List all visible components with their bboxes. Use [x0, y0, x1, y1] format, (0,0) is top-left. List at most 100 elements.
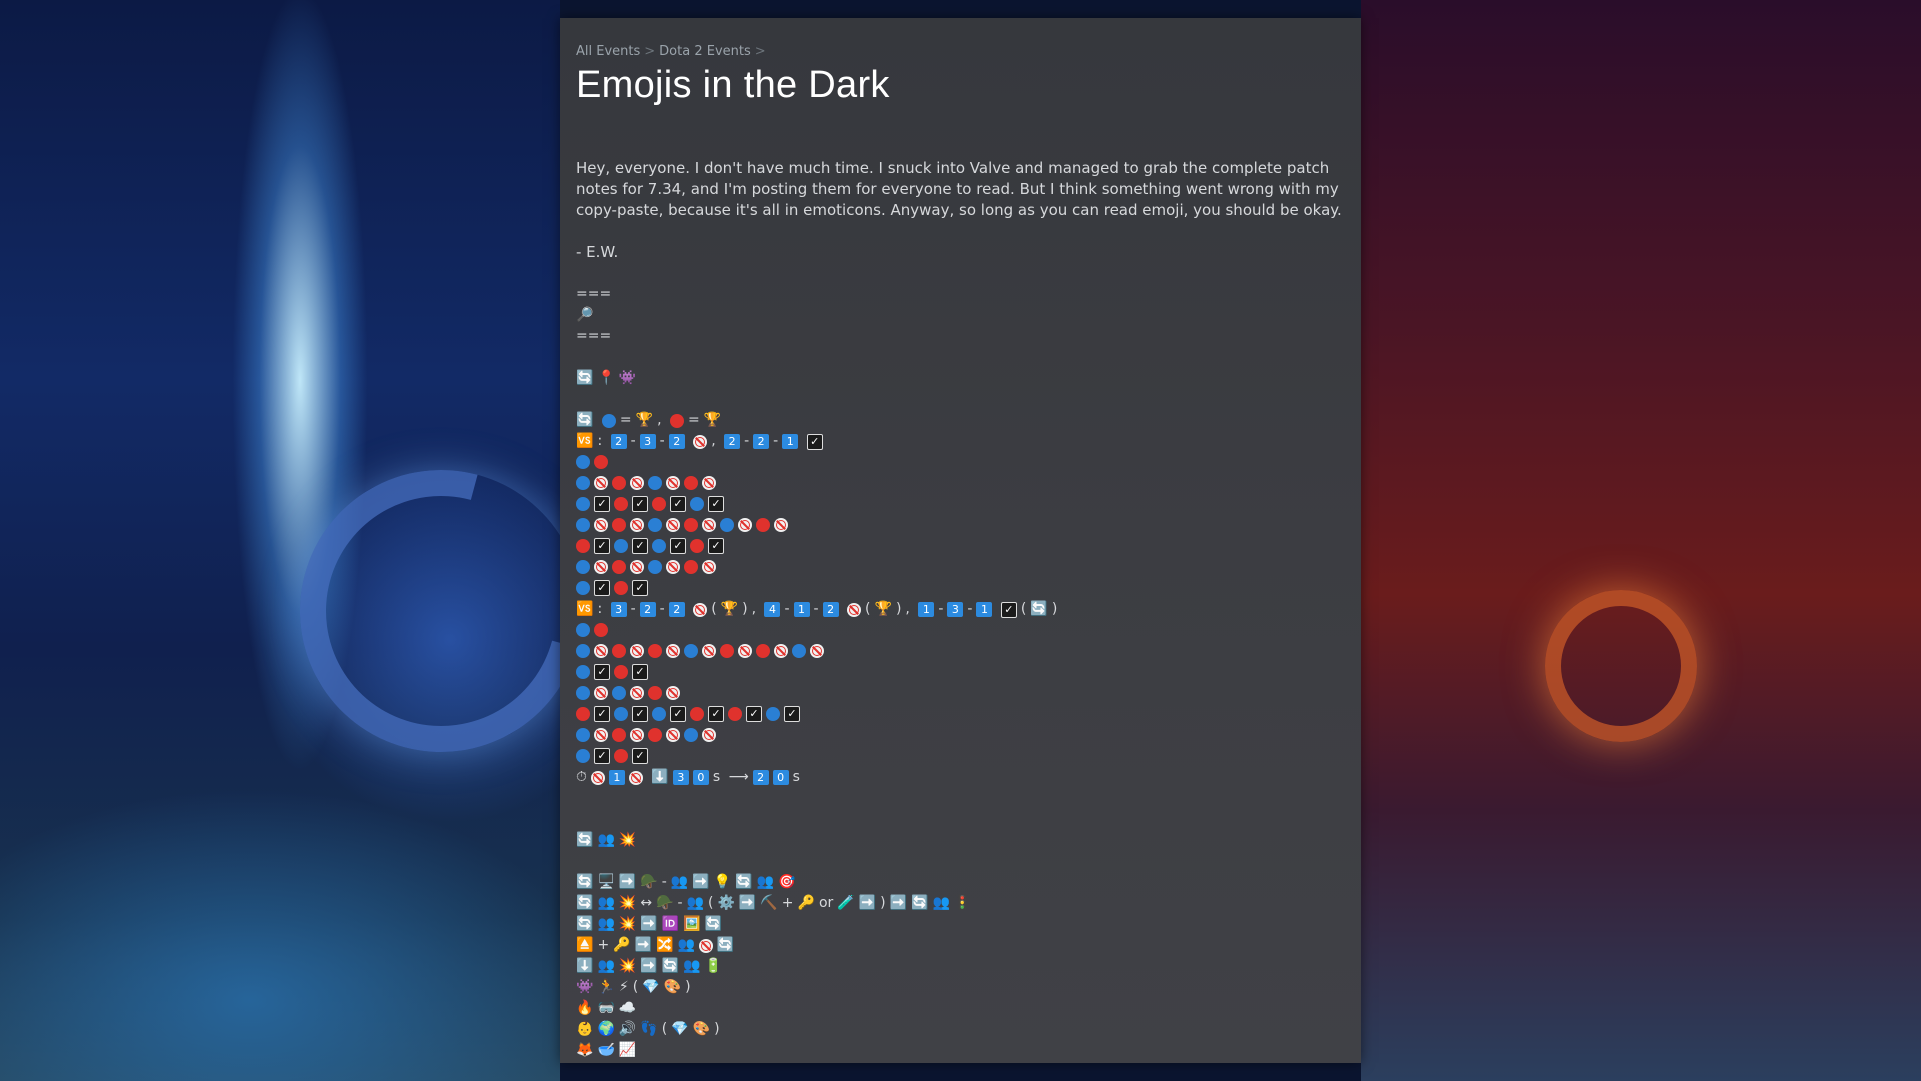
number-badge: 3: [672, 770, 689, 785]
check-icon: ✓: [1000, 601, 1017, 618]
palette-icon: 🎨: [692, 1021, 711, 1037]
blue-circle-icon: [576, 686, 590, 700]
refresh-icon: 🔄: [1030, 601, 1048, 617]
breadcrumb-dota2-events[interactable]: Dota 2 Events: [659, 44, 751, 59]
grid-row: [576, 641, 1346, 662]
series-row-2: 🆚: 3-2-2 (🏆), 4-1-2 (🏆), 1-3-1 ✓(🔄): [576, 599, 1346, 620]
right-arrow-icon: ➡️: [640, 958, 658, 974]
breadcrumb: All Events > Dota 2 Events >: [576, 44, 1346, 62]
no-entry-icon: [702, 560, 716, 574]
paren-text: ): [685, 979, 691, 995]
globe-icon: 🌍: [597, 1021, 615, 1037]
breadcrumb-separator: >: [644, 44, 656, 59]
number-badge: 3: [610, 602, 627, 617]
tube-icon: 🧪: [837, 895, 855, 911]
no-entry-icon: [594, 686, 608, 700]
paren-text: (: [711, 601, 717, 617]
trophy-icon: 🏆: [635, 412, 654, 428]
no-entry-icon: [666, 728, 680, 742]
speaker-icon: 🔊: [618, 1021, 637, 1037]
no-entry-icon: [847, 602, 862, 617]
refresh-icon: 🔄: [576, 370, 594, 386]
grid-row: [576, 515, 1346, 536]
blue-circle-icon: [576, 665, 590, 679]
red-circle-icon: [594, 623, 608, 637]
divider: ===: [576, 286, 612, 302]
blue-circle-icon: [576, 455, 590, 469]
refresh-icon: 🔄: [576, 412, 594, 428]
refresh-icon: 🔄: [716, 937, 735, 953]
emoji-row: 🔄 👥 💥 ➡️ 🆔 🖼️ 🔄: [576, 914, 1346, 935]
background-right-red: [1361, 0, 1921, 1081]
blue-circle-icon: [576, 497, 590, 511]
number-badge: 1: [918, 602, 935, 617]
no-entry-icon: [594, 644, 608, 658]
refresh-icon: 🔄: [911, 895, 929, 911]
red-circle-icon: [594, 455, 608, 469]
fox-icon: 🦊: [576, 1042, 594, 1058]
number-badge: 2: [610, 434, 627, 449]
blue-circle-icon: [652, 707, 666, 721]
comma-text: ,: [711, 433, 716, 449]
helmet-icon: 🪖: [656, 895, 674, 911]
explosion-icon: 💥: [618, 832, 637, 848]
key-icon: 🔑: [797, 895, 815, 911]
grid-row: ✓ ✓: [576, 746, 1346, 767]
dash-text: -: [630, 601, 636, 617]
blue-circle-icon: [792, 644, 806, 658]
dash-text: -: [661, 874, 667, 890]
or-text: or: [818, 895, 834, 911]
dash-text: -: [784, 601, 790, 617]
paren-text: (: [661, 1021, 668, 1037]
paren-text: (: [632, 979, 639, 995]
no-entry-icon: [738, 518, 752, 532]
seconds-text: s: [712, 769, 721, 785]
grid-row: ✓ ✓ ✓ ✓: [576, 494, 1346, 515]
check-icon: ✓: [670, 706, 686, 722]
palette-icon: 🎨: [663, 979, 682, 995]
people-icon: 👥: [756, 874, 774, 890]
red-circle-icon: [648, 686, 662, 700]
people-icon: 👥: [597, 832, 615, 848]
blue-circle-icon: [576, 728, 590, 742]
blue-circle-icon: [576, 560, 590, 574]
background-portal-red: [1545, 590, 1697, 742]
emoji-row: 🔄 👥 💥 ↔ 🪖 - 👥(⚙️ ➡️ ⛏️ + 🔑 or 🧪 ➡️) ➡️ 🔄 👥 🚦: [576, 893, 1346, 914]
blue-circle-icon: [648, 518, 662, 532]
refresh-icon: 🔄: [661, 958, 680, 974]
blue-circle-icon: [648, 560, 662, 574]
no-entry-icon: [590, 770, 605, 785]
no-entry-icon: [666, 476, 680, 490]
blue-circle-icon: [684, 728, 698, 742]
check-icon: ✓: [632, 496, 648, 512]
blue-circle-icon: [684, 644, 698, 658]
check-icon: ✓: [632, 580, 648, 596]
grid-row: [576, 557, 1346, 578]
red-circle-icon: [612, 518, 626, 532]
shuffle-icon: 🔀: [656, 937, 674, 953]
grid-row: ✓ ✓: [576, 662, 1346, 683]
cloud-icon: ☁️: [618, 1000, 637, 1016]
check-icon: ✓: [708, 496, 724, 512]
refresh-icon: 🔄: [576, 874, 594, 890]
check-icon: ✓: [594, 580, 610, 596]
no-entry-icon: [738, 644, 752, 658]
feet-icon: 👣: [640, 1021, 658, 1037]
check-icon: ✓: [632, 706, 648, 722]
red-circle-icon: [648, 728, 662, 742]
chart-icon: 📈: [618, 1042, 637, 1058]
refresh-icon: 🔄: [576, 832, 594, 848]
red-circle-icon: [576, 707, 590, 721]
blue-circle-icon: [576, 518, 590, 532]
explosion-icon: 💥: [618, 916, 637, 932]
no-entry-icon: [810, 644, 824, 658]
post-body: Hey, everyone. I don't have much time. I…: [576, 158, 1346, 1061]
people-icon: 👥: [597, 916, 615, 932]
no-entry-icon: [666, 560, 680, 574]
red-circle-icon: [756, 644, 770, 658]
breadcrumb-all-events[interactable]: All Events: [576, 44, 640, 59]
target-icon: 🎯: [778, 874, 796, 890]
check-icon: ✓: [594, 664, 610, 680]
section-header: 🔄 👥 💥: [576, 830, 1346, 851]
red-circle-icon: [612, 476, 626, 490]
